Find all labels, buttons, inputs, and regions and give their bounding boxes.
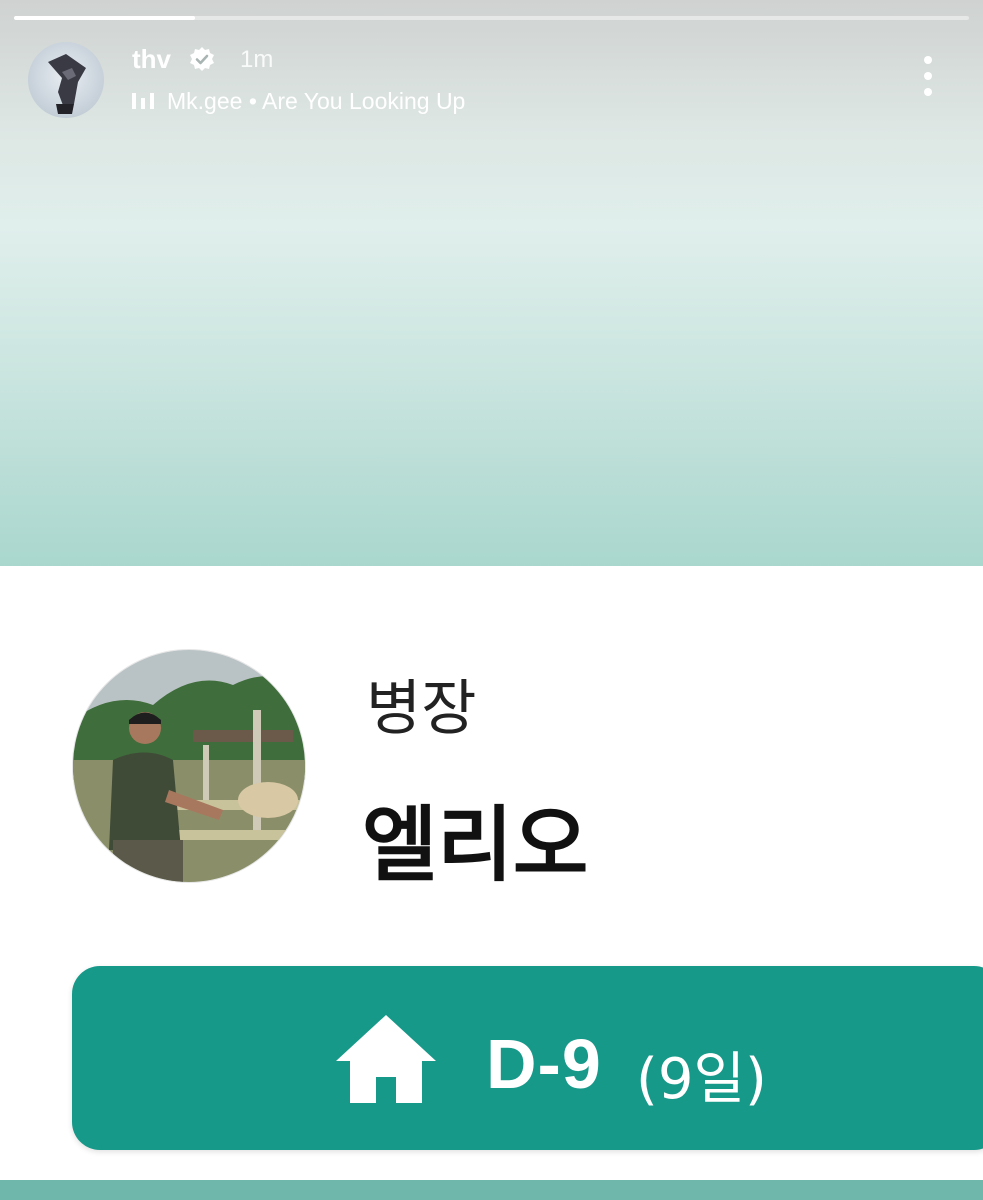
music-artist: Mk.gee <box>167 88 243 114</box>
user-avatar[interactable] <box>28 42 104 118</box>
avatar-photo <box>48 54 86 114</box>
military-rank: 병장 <box>366 674 477 744</box>
music-bars-icon <box>132 93 154 109</box>
home-icon <box>336 1015 436 1103</box>
username[interactable]: thv <box>132 44 171 75</box>
more-dot <box>924 72 932 80</box>
story-background <box>0 0 983 566</box>
dday-days: (9일) <box>636 1047 767 1112</box>
music-separator: • <box>248 88 257 114</box>
more-vertical-icon <box>924 56 932 64</box>
story-progress-bar <box>14 16 969 20</box>
music-info[interactable]: Mk.gee • Are You Looking Up <box>167 88 465 115</box>
dday-label: D-9 <box>486 1025 602 1103</box>
bottom-strip <box>0 1180 983 1200</box>
verified-badge-icon <box>190 47 214 71</box>
more-dot <box>924 88 932 96</box>
more-options-button[interactable] <box>914 56 942 96</box>
story-progress-fill <box>14 16 196 20</box>
profile-photo <box>72 649 306 883</box>
story-timestamp: 1m <box>240 46 274 73</box>
profile-photo-image <box>73 650 305 882</box>
soldier-name: 엘리오 <box>362 798 589 893</box>
music-song: Are You Looking Up <box>262 88 466 114</box>
